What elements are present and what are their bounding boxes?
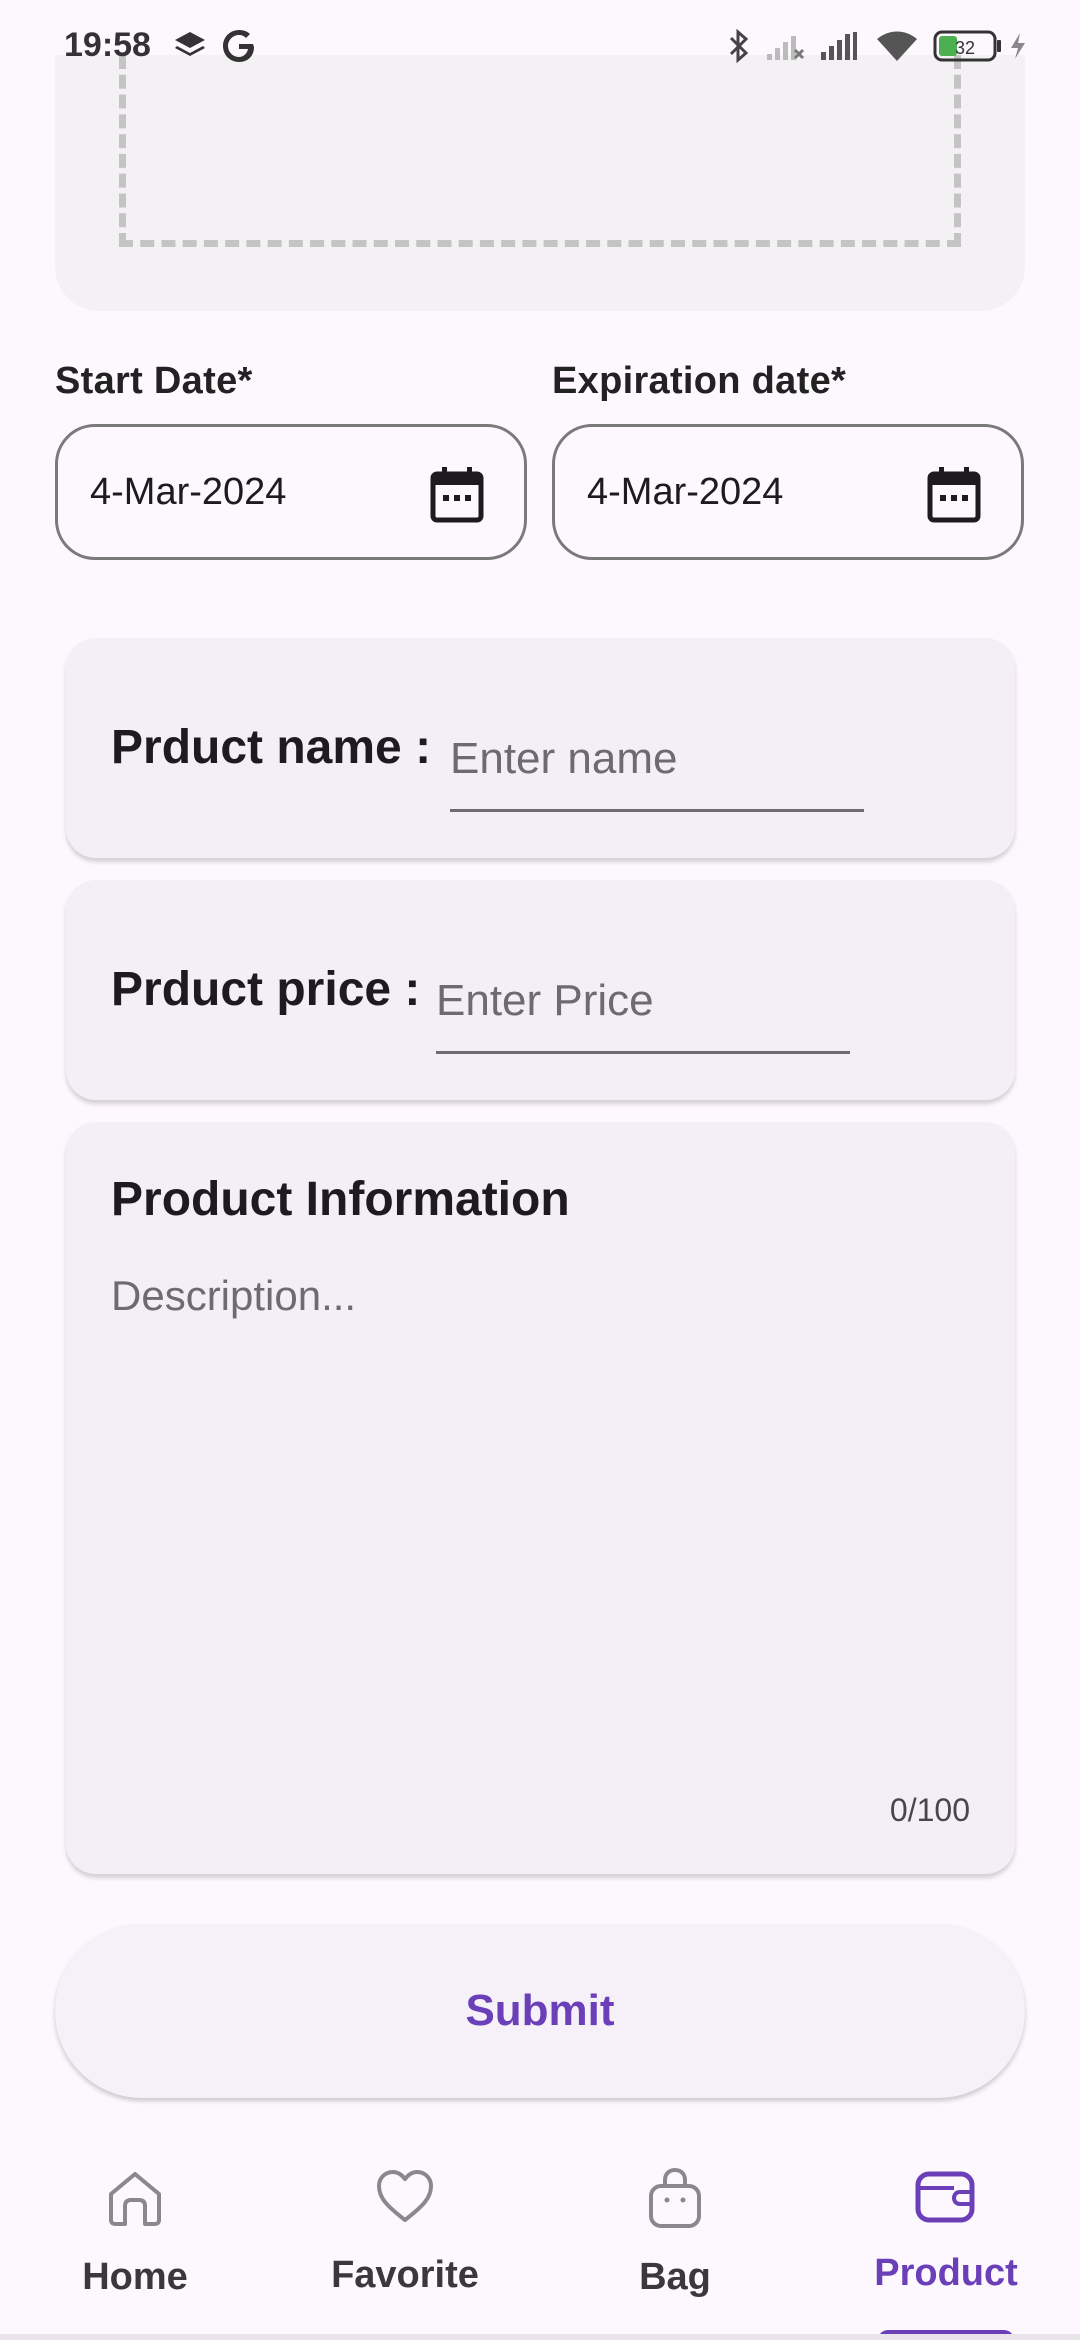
layers-icon <box>170 26 210 66</box>
wifi-icon <box>874 26 920 66</box>
submit-button[interactable]: Submit <box>55 1924 1025 2098</box>
wallet-icon <box>914 2168 978 2231</box>
status-bar: 19:58 32 <box>0 0 1080 96</box>
expiration-date-field[interactable]: 4-Mar-2024 <box>552 424 1024 560</box>
calendar-icon[interactable] <box>430 465 484 523</box>
expiration-date-label: Expiration date* <box>552 360 847 402</box>
character-counter: 0/100 <box>889 1792 970 1828</box>
bottom-navigation: Home Favorite Bag Product <box>0 2140 1080 2340</box>
nav-item-favorite[interactable]: Favorite <box>305 2140 505 2340</box>
start-date-value: 4-Mar-2024 <box>90 471 287 513</box>
gesture-bar <box>0 2334 1080 2340</box>
product-name-input[interactable] <box>450 722 864 812</box>
nav-label-home: Home <box>82 2256 188 2298</box>
product-name-card: Prduct name : <box>66 638 1015 858</box>
product-price-label: Prduct price : <box>111 963 421 1016</box>
product-price-card: Prduct price : <box>66 880 1015 1100</box>
heart-icon <box>373 2166 437 2231</box>
home-icon <box>103 2166 167 2235</box>
start-date-field[interactable]: 4-Mar-2024 <box>55 424 527 560</box>
product-name-label: Prduct name : <box>111 721 432 774</box>
nav-item-bag[interactable]: Bag <box>575 2140 775 2340</box>
product-information-title: Product Information <box>111 1173 570 1226</box>
product-price-input[interactable] <box>436 964 850 1054</box>
battery-level: 32 <box>955 38 975 58</box>
start-date-label: Start Date* <box>55 360 253 402</box>
product-information-card: Product Information 0/100 <box>66 1122 1015 1874</box>
status-time: 19:58 <box>64 26 151 64</box>
nav-item-home[interactable]: Home <box>35 2140 235 2340</box>
bag-icon <box>645 2166 705 2235</box>
nav-item-product[interactable]: Product <box>846 2140 1046 2340</box>
signal-off-icon <box>764 26 806 66</box>
battery-icon: 32 <box>932 26 1004 66</box>
nav-label-favorite: Favorite <box>331 2254 479 2296</box>
screen: 19:58 32 Start Date* 4-Mar-2024 Expirati… <box>0 0 1080 2340</box>
nav-label-product: Product <box>874 2252 1018 2294</box>
expiration-date-value: 4-Mar-2024 <box>587 471 784 513</box>
charging-icon <box>1006 26 1030 66</box>
google-icon <box>218 26 260 66</box>
nav-label-bag: Bag <box>639 2256 711 2298</box>
description-textarea[interactable] <box>111 1272 971 1772</box>
signal-icon <box>818 26 860 66</box>
bluetooth-icon <box>724 26 754 66</box>
calendar-icon[interactable] <box>927 465 981 523</box>
